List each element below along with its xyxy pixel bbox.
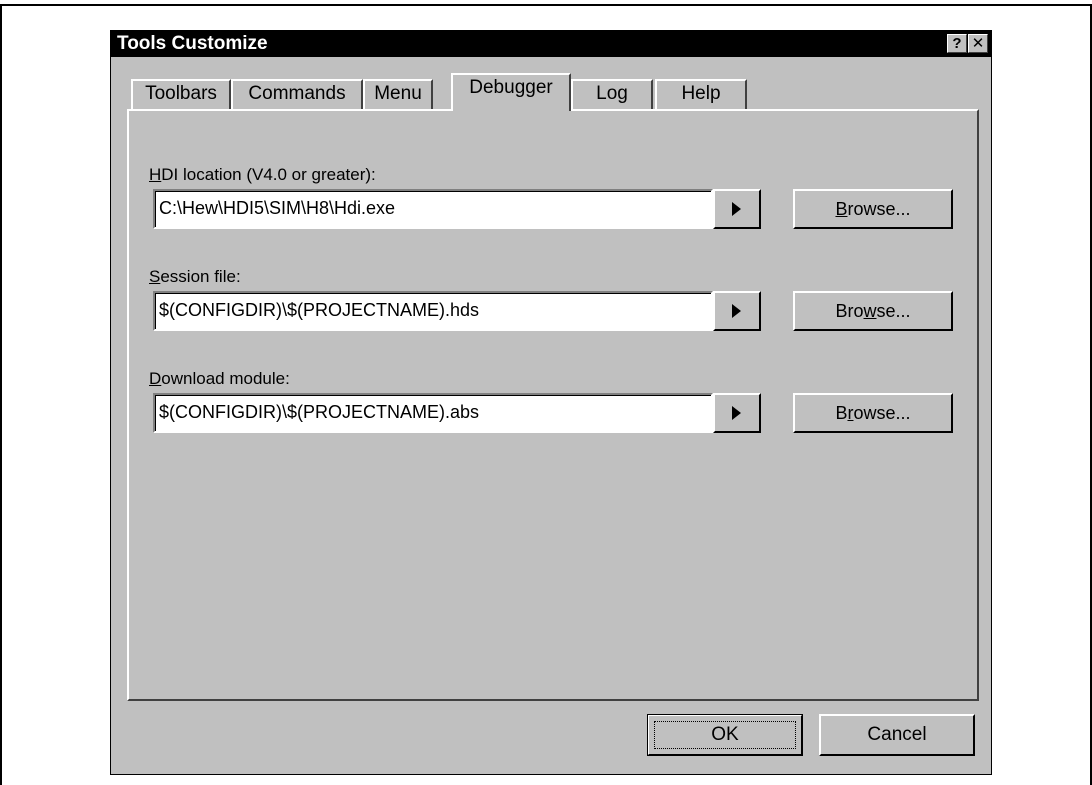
button-text: Bro bbox=[835, 301, 864, 321]
session-file-arrow-button[interactable] bbox=[713, 291, 761, 331]
hdi-location-arrow-button[interactable] bbox=[713, 189, 761, 229]
button-label: OK bbox=[711, 724, 739, 745]
hdi-location-browse-button[interactable]: Browse... bbox=[793, 189, 953, 229]
button-text: owse... bbox=[853, 403, 911, 423]
close-icon: ✕ bbox=[971, 35, 985, 52]
tab-label: Commands bbox=[248, 83, 346, 104]
cancel-button[interactable]: Cancel bbox=[819, 714, 975, 756]
title-bar: Tools Customize ? ✕ bbox=[111, 31, 991, 57]
session-file-browse-button[interactable]: Browse... bbox=[793, 291, 953, 331]
hdi-location-label: HDI location (V4.0 or greater): bbox=[149, 165, 376, 185]
ok-button[interactable]: OK bbox=[647, 714, 803, 756]
button-text: rowse... bbox=[847, 199, 911, 219]
close-button[interactable]: ✕ bbox=[968, 34, 988, 53]
tab-help[interactable]: Help bbox=[655, 79, 747, 109]
page-frame-top bbox=[0, 4, 1092, 6]
page-frame-left bbox=[0, 4, 2, 785]
button-label: Cancel bbox=[867, 724, 927, 745]
tools-customize-dialog: Tools Customize ? ✕ Toolbars Commands Me… bbox=[110, 30, 992, 775]
tab-menu[interactable]: Menu bbox=[363, 79, 433, 109]
label-text: ession file: bbox=[160, 267, 241, 286]
hdi-location-input[interactable]: C:\Hew\HDI5\SIM\H8\Hdi.exe bbox=[153, 189, 713, 229]
label-mnemonic: D bbox=[149, 369, 162, 388]
tab-log[interactable]: Log bbox=[571, 79, 653, 109]
tab-label: Toolbars bbox=[145, 83, 217, 104]
label-text: ownload module: bbox=[161, 369, 290, 388]
download-module-browse-button[interactable]: Browse... bbox=[793, 393, 953, 433]
label-mnemonic: S bbox=[149, 267, 161, 286]
button-mnemonic: B bbox=[835, 199, 848, 219]
session-file-label: Session file: bbox=[149, 267, 241, 287]
question-icon: ? bbox=[952, 35, 962, 52]
right-triangle-icon bbox=[732, 304, 741, 318]
tab-label: Log bbox=[596, 83, 628, 104]
right-triangle-icon bbox=[732, 406, 741, 420]
button-text: se... bbox=[876, 301, 911, 321]
button-text: B bbox=[835, 403, 848, 423]
tab-label: Menu bbox=[374, 83, 422, 104]
button-mnemonic: w bbox=[863, 301, 877, 321]
download-module-arrow-button[interactable] bbox=[713, 393, 761, 433]
session-file-input[interactable]: $(CONFIGDIR)\$(PROJECTNAME).hds bbox=[153, 291, 713, 331]
right-triangle-icon bbox=[732, 202, 741, 216]
download-module-label: Download module: bbox=[149, 369, 290, 389]
tab-debugger[interactable]: Debugger bbox=[451, 73, 571, 111]
tab-toolbars[interactable]: Toolbars bbox=[131, 79, 231, 109]
dialog-title: Tools Customize bbox=[117, 33, 268, 54]
debugger-tab-panel: HDI location (V4.0 or greater): C:\Hew\H… bbox=[127, 109, 979, 701]
help-button[interactable]: ? bbox=[947, 34, 967, 53]
tab-label: Help bbox=[681, 83, 721, 104]
label-mnemonic: H bbox=[149, 165, 162, 184]
download-module-input[interactable]: $(CONFIGDIR)\$(PROJECTNAME).abs bbox=[153, 393, 713, 433]
label-text: DI location (V4.0 or greater): bbox=[161, 165, 376, 184]
tab-label: Debugger bbox=[469, 77, 553, 98]
tab-commands[interactable]: Commands bbox=[231, 79, 363, 109]
